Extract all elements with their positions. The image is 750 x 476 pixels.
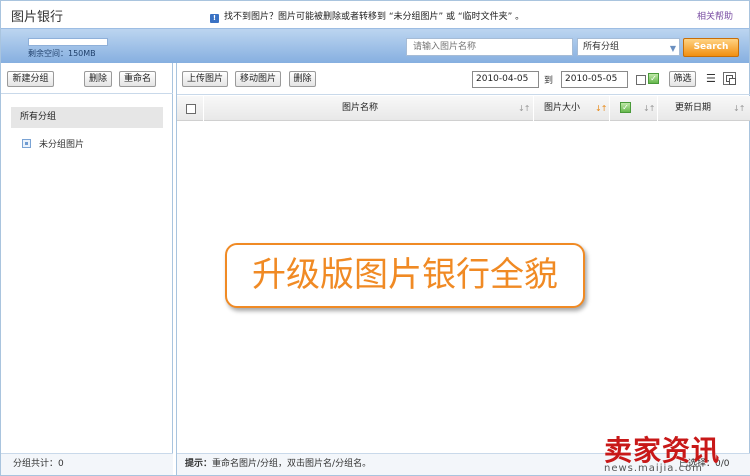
select-all-cell bbox=[177, 96, 204, 121]
filter-button[interactable]: 筛选 bbox=[669, 71, 696, 87]
new-group-button[interactable]: 新建分组 bbox=[7, 71, 54, 87]
chevron-down-icon: ▼ bbox=[669, 44, 676, 53]
sort-icon[interactable]: ↓↑ bbox=[733, 96, 745, 121]
sort-icon[interactable]: ↓↑ bbox=[595, 96, 607, 121]
notice: ! 找不到图片？图片可能被删除或者转移到 “未分组图片” 或 “临时文件夹” 。 bbox=[210, 9, 524, 23]
group-count: 分组共计：0 bbox=[1, 453, 173, 475]
delete-group-button[interactable]: 删除 bbox=[84, 71, 112, 87]
column-name[interactable]: 图片名称 ↓↑ bbox=[204, 96, 534, 121]
date-to-label: 到 bbox=[544, 76, 554, 86]
overlay-banner: 升级版图片银行全貌 bbox=[225, 243, 585, 308]
check-icon: ✓ bbox=[648, 73, 659, 84]
table-header: 图片名称 ↓↑ 图片大小 ↓↑ ✓ ↓↑ 更新日期 ↓↑ bbox=[177, 96, 750, 121]
column-updated[interactable]: 更新日期 ↓↑ bbox=[658, 96, 750, 121]
delete-image-button[interactable]: 删除 bbox=[289, 71, 316, 87]
search-button[interactable]: Search bbox=[683, 38, 739, 57]
grid-view-icon[interactable] bbox=[723, 72, 736, 85]
app-window: 图片银行 ! 找不到图片？图片可能被删除或者转移到 “未分组图片” 或 “临时文件… bbox=[0, 0, 750, 476]
tree-item-ungrouped[interactable]: 未分组图片 bbox=[22, 137, 84, 150]
info-icon: ! bbox=[210, 14, 219, 23]
storage-progress-bar bbox=[28, 38, 108, 46]
group-select[interactable]: 所有分组 ▼ bbox=[577, 38, 680, 56]
image-panel: 上传图片 移动图片 删除 2010-04-05 到 2010-05-05 ✓ 筛… bbox=[176, 63, 750, 475]
image-toolbar: 上传图片 移动图片 删除 2010-04-05 到 2010-05-05 ✓ 筛… bbox=[177, 63, 750, 95]
logo-url: news.maijia.com bbox=[604, 463, 703, 474]
filter-checkbox[interactable] bbox=[636, 75, 646, 85]
check-icon: ✓ bbox=[620, 102, 631, 113]
column-check[interactable]: ✓ ↓↑ bbox=[610, 96, 658, 121]
select-all-checkbox[interactable] bbox=[186, 104, 196, 114]
tree-item-all-groups[interactable]: 所有分组 bbox=[11, 107, 163, 128]
search-input[interactable] bbox=[406, 38, 573, 56]
search-bar: 剩余空间：150MB 所有分组 ▼ Search bbox=[1, 28, 749, 63]
group-toolbar: 新建分组 删除 重命名 bbox=[1, 63, 173, 94]
column-updated-label: 更新日期 bbox=[675, 103, 712, 113]
folder-icon bbox=[22, 139, 31, 148]
column-name-label: 图片名称 bbox=[342, 103, 379, 113]
move-image-button[interactable]: 移动图片 bbox=[235, 71, 281, 87]
storage-label: 剩余空间：150MB bbox=[28, 49, 96, 58]
group-select-value: 所有分组 bbox=[583, 42, 620, 52]
column-size[interactable]: 图片大小 ↓↑ bbox=[534, 96, 610, 121]
column-size-label: 图片大小 bbox=[544, 103, 581, 113]
upload-image-button[interactable]: 上传图片 bbox=[182, 71, 228, 87]
help-link[interactable]: 相关帮助 bbox=[697, 9, 733, 22]
rename-group-button[interactable]: 重命名 bbox=[119, 71, 156, 87]
sort-icon[interactable]: ↓↑ bbox=[643, 96, 655, 121]
app-title: 图片银行 bbox=[11, 10, 64, 25]
group-panel: 新建分组 删除 重命名 所有分组 未分组图片 分组共计：0 bbox=[1, 63, 173, 475]
notice-text: 找不到图片？图片可能被删除或者转移到 “未分组图片” 或 “临时文件夹” 。 bbox=[224, 12, 525, 22]
title-bar: 图片银行 ! 找不到图片？图片可能被删除或者转移到 “未分组图片” 或 “临时文件… bbox=[1, 1, 749, 28]
tip-label: 提示： bbox=[185, 459, 213, 469]
tip: 提示：重命名图片/分组，双击图片名/分组名。 bbox=[185, 454, 371, 475]
date-from-input[interactable]: 2010-04-05 bbox=[472, 71, 539, 88]
tree-item-label: 未分组图片 bbox=[39, 140, 85, 150]
date-to-input[interactable]: 2010-05-05 bbox=[561, 71, 628, 88]
site-logo: 卖家资讯 news.maijia.com bbox=[604, 429, 749, 475]
list-view-icon[interactable]: ☰ bbox=[706, 73, 716, 84]
sort-icon[interactable]: ↓↑ bbox=[518, 96, 530, 121]
tip-text: 重命名图片/分组，双击图片名/分组名。 bbox=[212, 459, 372, 469]
